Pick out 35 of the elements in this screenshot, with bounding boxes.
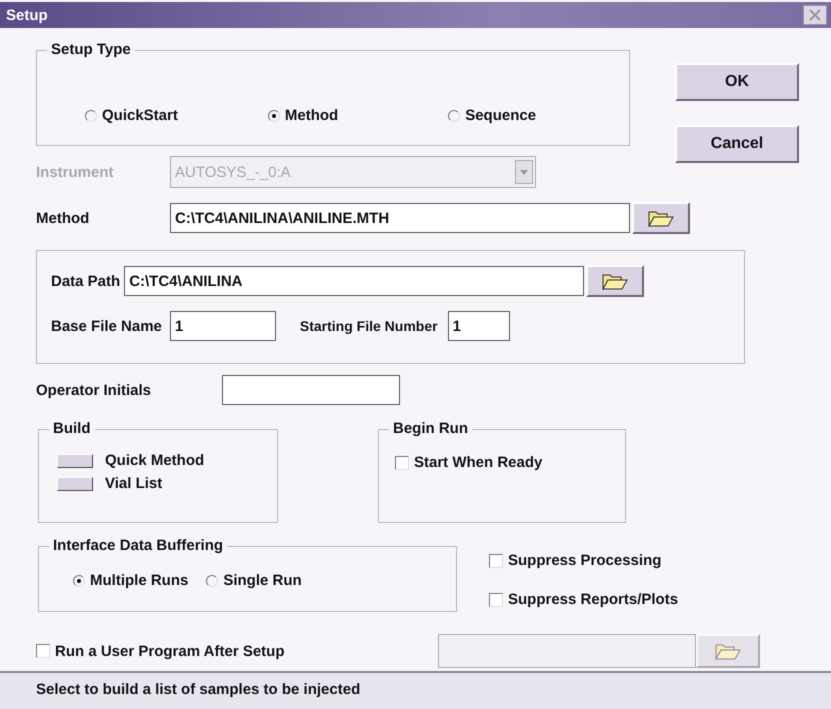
field-label: Method xyxy=(36,210,90,226)
field-label: Data Path xyxy=(51,272,120,290)
radio-button[interactable]: Single Run xyxy=(206,572,302,589)
group-title: Setup Type xyxy=(47,41,135,58)
status-bar: Select to build a list of samples to be injected xyxy=(0,671,831,709)
radio-button[interactable]: Method xyxy=(268,107,338,124)
radio-button[interactable]: QuickStart xyxy=(85,107,178,124)
radio-button[interactable]: Sequence xyxy=(448,107,536,124)
base-file-name-field[interactable]: 1 xyxy=(170,311,276,341)
window-title: Setup xyxy=(6,6,48,24)
checkbox[interactable]: Start When Ready xyxy=(395,454,542,471)
field-label: Instrument xyxy=(36,164,115,180)
dropdown-value: AUTOSYS_-_0:A xyxy=(175,164,291,180)
radio-button[interactable]: Multiple Runs xyxy=(73,572,188,589)
cancel-button[interactable]: Cancel xyxy=(675,125,799,163)
group-title: Begin Run xyxy=(389,420,472,437)
folder-icon xyxy=(715,642,741,660)
build-button[interactable]: Quick Method xyxy=(57,452,204,469)
field-label: Starting File Number xyxy=(300,318,438,334)
close-icon xyxy=(809,9,821,21)
build-button[interactable]: Vial List xyxy=(57,475,204,492)
operator-initials-field[interactable] xyxy=(222,375,400,405)
folder-icon xyxy=(602,272,628,290)
browse-button[interactable] xyxy=(632,202,690,234)
checkbox[interactable]: Suppress Reports/Plots xyxy=(489,591,678,608)
field-label: Operator Initials xyxy=(36,382,152,398)
browse-button[interactable] xyxy=(586,265,644,297)
group-title: Interface Data Buffering xyxy=(49,537,228,554)
method-field[interactable]: C:\TC4\ANILINA\ANILINE.MTH xyxy=(170,203,630,233)
data-path-field[interactable]: C:\TC4\ANILINA xyxy=(124,266,584,296)
starting-file-number-field[interactable]: 1 xyxy=(448,311,510,341)
field-label: Base File Name xyxy=(51,318,162,334)
checkbox[interactable]: Suppress Processing xyxy=(489,552,678,569)
folder-icon xyxy=(648,209,674,227)
ok-button[interactable]: OK xyxy=(675,63,799,101)
